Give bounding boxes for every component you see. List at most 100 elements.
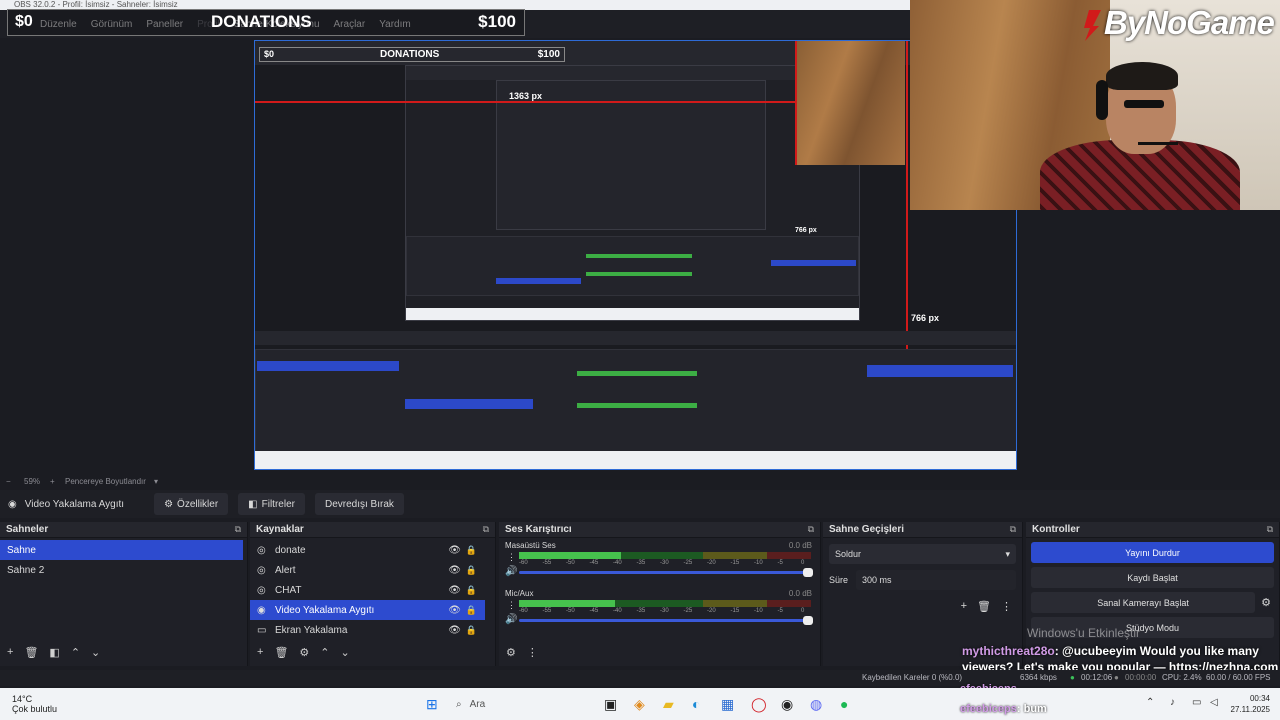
- volume-slider-knob[interactable]: [803, 568, 813, 577]
- scene-item[interactable]: Sahne 2: [0, 560, 243, 580]
- network-icon[interactable]: ▭: [1192, 697, 1201, 708]
- virtual-camera-settings-icon[interactable]: ⚙: [1261, 596, 1271, 609]
- trash-icon[interactable]: 🗑: [24, 646, 38, 662]
- source-item[interactable]: ◎ Alert 👁 🔒: [250, 560, 485, 580]
- dock-float-icon[interactable]: ⧉: [483, 524, 489, 535]
- lock-icon[interactable]: 🔒: [466, 585, 477, 596]
- dock-float-icon[interactable]: ⧉: [1010, 524, 1016, 535]
- menu-dots-icon[interactable]: ⋮: [507, 552, 516, 563]
- volume-icon[interactable]: ◁: [1210, 697, 1218, 708]
- filter-icon[interactable]: ◧: [49, 646, 59, 662]
- record-time: 00:00:00: [1125, 673, 1157, 682]
- duration-row: Süre 300 ms: [829, 570, 1016, 590]
- task-view-icon[interactable]: ▣: [604, 696, 617, 713]
- add-icon[interactable]: +: [961, 600, 967, 613]
- dropped-frames: Kaybedilen Kareler 0 (%0.0): [862, 673, 963, 682]
- meter-tick-label: -45: [589, 608, 599, 614]
- lock-icon[interactable]: 🔒: [466, 565, 477, 576]
- taskbar: 14°C Çok bulutlu ⊞ ⌕ Ara ▣ ◈ ▰ ◐ ▦ ◯ ◉ ◍…: [0, 688, 1280, 720]
- status-bar: Kaybedilen Kareler 0 (%0.0) 6364 kbps ● …: [0, 670, 1280, 686]
- volume-slider[interactable]: [519, 616, 813, 625]
- arrow-up-icon[interactable]: ⌃: [71, 646, 80, 662]
- tray-chevron-icon[interactable]: ⌃: [1146, 697, 1154, 708]
- transition-select[interactable]: Soldur ▾: [829, 544, 1016, 564]
- dock-float-icon[interactable]: ⧉: [1267, 524, 1273, 535]
- trash-icon[interactable]: 🗑: [977, 600, 991, 613]
- menu-dots-icon[interactable]: ⋮: [527, 646, 538, 662]
- folder-icon[interactable]: ▰: [663, 696, 674, 713]
- mixer-track: Masaüstü Ses 0.0 dB ⋮ -60 -55 -50 -45 -40 -35 -30…: [499, 538, 820, 586]
- duration-label: Süre: [829, 575, 849, 585]
- opera-icon[interactable]: ◯: [751, 696, 767, 713]
- visibility-eye-icon[interactable]: 👁: [448, 585, 461, 596]
- trash-icon[interactable]: 🗑: [274, 646, 288, 662]
- meter-tick-label: -10: [754, 560, 763, 566]
- source-item[interactable]: ◉ Video Yakalama Aygıtı 👁 🔒: [250, 600, 485, 620]
- settings-icon[interactable]: ⚙: [506, 646, 516, 662]
- add-icon[interactable]: +: [7, 646, 13, 662]
- chat-overlay-message-3: efeebiceps: bum: [960, 703, 1047, 715]
- clock[interactable]: 00:34 27.11.2025: [1231, 693, 1270, 715]
- nested-title: DONATIONS: [380, 49, 440, 60]
- discord-icon[interactable]: ◍: [810, 696, 822, 713]
- lock-icon[interactable]: 🔒: [466, 625, 477, 636]
- zoom-in-icon[interactable]: +: [50, 477, 55, 486]
- meter-tick-label: 0: [801, 560, 805, 566]
- menu-dots-icon[interactable]: ⋮: [507, 600, 516, 611]
- weather-widget[interactable]: 14°C Çok bulutlu: [12, 694, 57, 714]
- arrow-down-icon[interactable]: ⌄: [341, 646, 350, 662]
- visibility-eye-icon[interactable]: 👁: [448, 625, 461, 636]
- speaker-icon[interactable]: 🔊: [505, 614, 517, 625]
- zoom-out-icon[interactable]: −: [6, 477, 11, 486]
- lock-icon[interactable]: 🔒: [466, 605, 477, 616]
- taskbar-search[interactable]: ⌕ Ara: [448, 694, 608, 714]
- virtual-camera-button[interactable]: Sanal Kamerayı Başlat: [1031, 592, 1256, 613]
- start-recording-button[interactable]: Kaydı Başlat: [1031, 567, 1274, 588]
- meter-tick-label: -5: [777, 560, 783, 566]
- source-item[interactable]: ◎ CHAT 👁 🔒: [250, 580, 485, 600]
- meter-tick-label: -40: [613, 560, 622, 566]
- speaker-icon[interactable]: 🔊: [505, 566, 517, 577]
- scenes-dock: Sahneler ⧉ Sahne Sahne 2 + 🗑 ◧ ⌃ ⌄: [0, 522, 248, 666]
- fit-to-window-button[interactable]: Pencereye Boyutlandır: [65, 477, 146, 486]
- menu-dots-icon[interactable]: ⋮: [1001, 600, 1012, 613]
- obs-icon[interactable]: ◉: [781, 696, 793, 713]
- meter-tick-label: -5: [777, 608, 783, 614]
- filters-button[interactable]: ◧ Filtreler: [238, 493, 305, 515]
- mixer-title: Ses Karıştırıcı: [505, 524, 572, 535]
- start-icon[interactable]: ⊞: [426, 696, 438, 713]
- preview-canvas[interactable]: $0 DONATIONS $100 1363 px 766 px 766 px: [254, 40, 1017, 470]
- sources-footer: + 🗑 ⚙ ⌃ ⌄: [250, 646, 350, 662]
- dock-float-icon[interactable]: ⧉: [235, 524, 241, 535]
- volume-slider-knob[interactable]: [803, 616, 813, 625]
- chat-message-3: : bum: [1016, 703, 1047, 715]
- arrow-up-icon[interactable]: ⌃: [320, 646, 329, 662]
- visibility-eye-icon[interactable]: 👁: [448, 565, 461, 576]
- copilot-icon[interactable]: ◈: [634, 696, 645, 713]
- arrow-down-icon[interactable]: ⌄: [91, 646, 100, 662]
- source-item[interactable]: ◎ donate 👁 🔒: [250, 540, 485, 560]
- dock-float-icon[interactable]: ⧉: [808, 524, 814, 535]
- source-item[interactable]: ▭ Ekran Yakalama 👁 🔒: [250, 620, 485, 640]
- donation-left-amount: $0: [15, 13, 33, 30]
- add-icon[interactable]: +: [257, 646, 263, 662]
- properties-button[interactable]: ⚙ Özellikler: [154, 493, 229, 515]
- fit-dropdown-icon[interactable]: ▾: [154, 477, 158, 486]
- stop-stream-button[interactable]: Yayını Durdur: [1031, 542, 1274, 563]
- volume-slider[interactable]: [519, 568, 813, 577]
- duration-spinbox[interactable]: 300 ms: [856, 570, 1016, 590]
- edge-icon[interactable]: ◐: [692, 696, 700, 712]
- gear-icon[interactable]: ⚙: [299, 646, 309, 662]
- microphone-icon[interactable]: ♪: [1170, 697, 1175, 708]
- meter-tick-label: -15: [730, 608, 740, 614]
- deactivate-button[interactable]: Devredışı Bırak: [314, 493, 404, 515]
- meter-tick-label: -50: [566, 608, 575, 614]
- gear-icon: ⚙: [164, 498, 174, 510]
- globe-icon: ◎: [257, 544, 266, 556]
- visibility-eye-icon[interactable]: 👁: [448, 545, 461, 556]
- scene-item[interactable]: Sahne: [0, 540, 243, 560]
- lock-icon[interactable]: 🔒: [466, 545, 477, 556]
- visibility-eye-icon[interactable]: 👁: [448, 605, 461, 616]
- spotify-icon[interactable]: ●: [840, 696, 848, 712]
- store-icon[interactable]: ▦: [721, 696, 734, 713]
